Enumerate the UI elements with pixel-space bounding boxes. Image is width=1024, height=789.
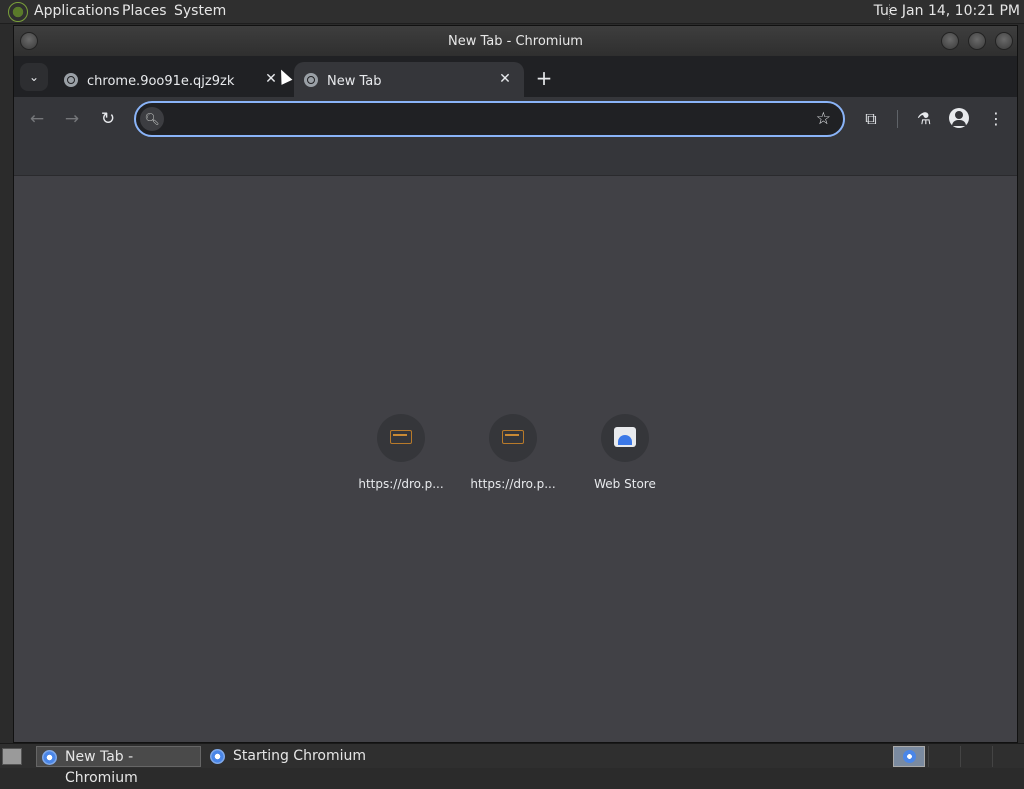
extensions-icon[interactable]: ⧉	[858, 106, 884, 132]
tab-close-button[interactable]: ✕	[496, 70, 514, 88]
tab-label: New Tab	[327, 74, 382, 89]
omnibox[interactable]: 🔍︎ ☆	[134, 101, 845, 137]
chromium-icon	[42, 750, 57, 765]
taskbar: New Tab - Chromium Starting Chromium	[0, 743, 1024, 786]
new-tab-page: https://dro.p... https://dro.p... Web St…	[14, 176, 1017, 742]
shortcut-tile[interactable]: https://dro.p...	[345, 414, 457, 504]
places-menu[interactable]: Places	[122, 3, 167, 19]
reload-button[interactable]: ↻	[95, 106, 121, 132]
tab-label: chrome.9oo91e.qjz9zk	[87, 74, 235, 89]
tab-search-button[interactable]: ⌄	[20, 63, 48, 91]
tab-new-tab[interactable]: New Tab ✕	[294, 62, 524, 97]
shortcut-tile-web-store[interactable]: Web Store	[569, 414, 681, 504]
globe-icon	[64, 73, 78, 87]
browser-window: New Tab - Chromium ⌄ chrome.9oo91e.qjz9z…	[13, 25, 1018, 743]
window-titlebar[interactable]: New Tab - Chromium	[14, 26, 1017, 56]
maximize-button[interactable]	[968, 32, 986, 50]
search-icon: 🔍︎	[140, 107, 164, 131]
minimize-button[interactable]	[941, 32, 959, 50]
profile-avatar-icon[interactable]	[949, 108, 969, 128]
menu-kebab-icon[interactable]: ⋮	[983, 106, 1009, 132]
close-window-button[interactable]	[995, 32, 1013, 50]
taskbar-item-new-tab-chromium[interactable]: New Tab - Chromium	[36, 746, 201, 786]
new-tab-button[interactable]: +	[531, 65, 557, 91]
bookmark-star-icon[interactable]: ☆	[816, 109, 831, 129]
workspace-switcher-active[interactable]	[893, 746, 925, 767]
taskbar-item-starting-chromium[interactable]: Starting Chromium	[205, 746, 375, 767]
bookmark-bar	[14, 141, 1017, 176]
toolbar: ← → ↻ 🔍︎ ☆ ⧉ ⚗ ⋮	[14, 97, 1017, 141]
show-desktop-icon[interactable]	[2, 748, 22, 765]
forward-button[interactable]: →	[59, 106, 85, 132]
shortcut-icon-circle	[601, 414, 649, 462]
shortcut-label: https://dro.p...	[470, 477, 556, 491]
shortcut-label: https://dro.p...	[358, 477, 444, 491]
shortcut-icon-circle	[377, 414, 425, 462]
taskbar-item-label: Starting Chromium	[233, 748, 366, 764]
distro-logo-icon[interactable]	[8, 2, 28, 22]
window-title: New Tab - Chromium	[448, 34, 583, 49]
chevron-down-icon: ⌄	[28, 70, 40, 84]
tab-chrome[interactable]: chrome.9oo91e.qjz9zk ✕	[54, 62, 290, 97]
drop-favicon-icon	[390, 430, 412, 444]
shortcut-tile[interactable]: https://dro.p...	[457, 414, 569, 504]
workspace-switcher-2[interactable]	[928, 746, 958, 767]
system-menu[interactable]: System	[174, 3, 226, 19]
globe-icon	[304, 73, 318, 87]
labs-flask-icon[interactable]: ⚗	[911, 106, 937, 132]
workspace-switcher-4[interactable]	[992, 746, 1022, 767]
shortcut-label: Web Store	[594, 477, 656, 491]
clock[interactable]: Tue Jan 14, 10:21 PM	[874, 3, 1020, 19]
applications-menu[interactable]: Applications	[34, 3, 120, 19]
tab-strip: ⌄ chrome.9oo91e.qjz9zk ✕ New Tab ✕ +	[14, 56, 1017, 97]
toolbar-divider	[897, 110, 898, 128]
drop-favicon-icon	[502, 430, 524, 444]
workspace-switcher-3[interactable]	[960, 746, 990, 767]
top-panel: Applications Places System Tue Jan 14, 1…	[0, 0, 1024, 24]
shortcut-icon-circle	[489, 414, 537, 462]
address-input[interactable]	[170, 109, 800, 129]
chromium-icon	[210, 749, 225, 764]
back-button[interactable]: ←	[24, 106, 50, 132]
web-store-icon	[614, 427, 636, 447]
